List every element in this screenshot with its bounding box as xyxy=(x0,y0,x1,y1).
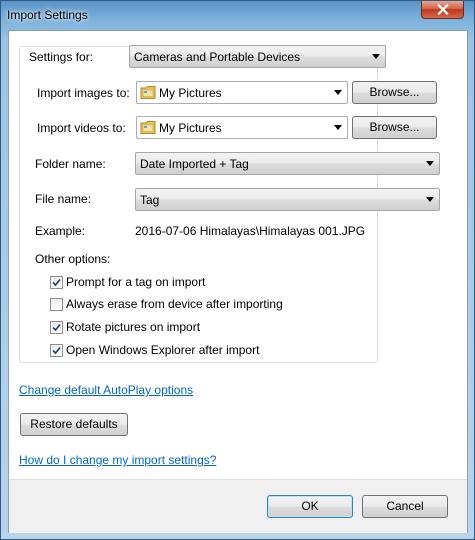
prompt-tag-checkbox[interactable] xyxy=(50,276,63,289)
other-options-label: Other options: xyxy=(35,252,111,266)
folder-name-value: Date Imported + Tag xyxy=(140,157,249,171)
help-link[interactable]: How do I change my import settings? xyxy=(19,453,216,467)
example-value: 2016-07-06 Himalayas\Himalayas 001.JPG xyxy=(135,224,366,238)
prompt-tag-label: Prompt for a tag on import xyxy=(66,275,206,289)
browse-videos-button[interactable]: Browse... xyxy=(352,116,437,139)
close-icon xyxy=(436,4,449,15)
import-images-dropdown[interactable]: My Pictures xyxy=(136,81,348,104)
folder-name-label: Folder name: xyxy=(35,157,106,171)
chevron-down-icon xyxy=(372,54,380,59)
example-label: Example: xyxy=(35,224,86,238)
title-bar[interactable]: Import Settings xyxy=(1,1,474,29)
chevron-down-icon xyxy=(426,197,434,202)
settings-for-label: Settings for: xyxy=(27,50,96,64)
always-erase-checkbox[interactable] xyxy=(50,298,63,311)
import-images-label: Import images to: xyxy=(37,86,130,100)
restore-defaults-button[interactable]: Restore defaults xyxy=(20,413,128,436)
settings-for-dropdown[interactable]: Cameras and Portable Devices xyxy=(129,45,386,68)
settings-for-value: Cameras and Portable Devices xyxy=(134,50,301,64)
checkmark-icon xyxy=(52,278,61,287)
checkmark-icon xyxy=(52,323,61,332)
cancel-button[interactable]: Cancel xyxy=(362,495,448,518)
rotate-pictures-label: Rotate pictures on import xyxy=(66,320,201,334)
import-videos-label: Import videos to: xyxy=(37,121,126,135)
open-explorer-checkbox[interactable] xyxy=(50,344,63,357)
import-videos-dropdown[interactable]: My Pictures xyxy=(136,116,348,139)
file-name-dropdown[interactable]: Tag xyxy=(135,188,440,211)
file-name-value: Tag xyxy=(140,193,160,207)
ok-button[interactable]: OK xyxy=(267,495,353,518)
open-explorer-label: Open Windows Explorer after import xyxy=(66,343,260,357)
import-settings-window: Import Settings Settings for: Cameras an… xyxy=(0,0,475,540)
browse-images-button[interactable]: Browse... xyxy=(352,81,437,104)
chevron-down-icon xyxy=(334,125,342,130)
chevron-down-icon xyxy=(334,90,342,95)
chevron-down-icon xyxy=(426,161,434,166)
window-title: Import Settings xyxy=(7,8,88,22)
close-button[interactable] xyxy=(421,1,464,19)
rotate-pictures-checkbox[interactable] xyxy=(50,321,63,334)
folder-icon xyxy=(140,121,156,134)
import-videos-value: My Pictures xyxy=(159,121,222,135)
autoplay-options-link[interactable]: Change default AutoPlay options xyxy=(19,383,193,397)
checkmark-icon xyxy=(52,346,61,355)
always-erase-label: Always erase from device after importing xyxy=(66,297,283,311)
file-name-label: File name: xyxy=(35,192,92,206)
folder-name-dropdown[interactable]: Date Imported + Tag xyxy=(135,152,440,175)
dialog-footer: OK Cancel xyxy=(9,479,467,533)
import-images-value: My Pictures xyxy=(159,86,222,100)
dialog-client-area: Settings for: Cameras and Portable Devic… xyxy=(8,30,468,533)
folder-icon xyxy=(140,86,156,99)
